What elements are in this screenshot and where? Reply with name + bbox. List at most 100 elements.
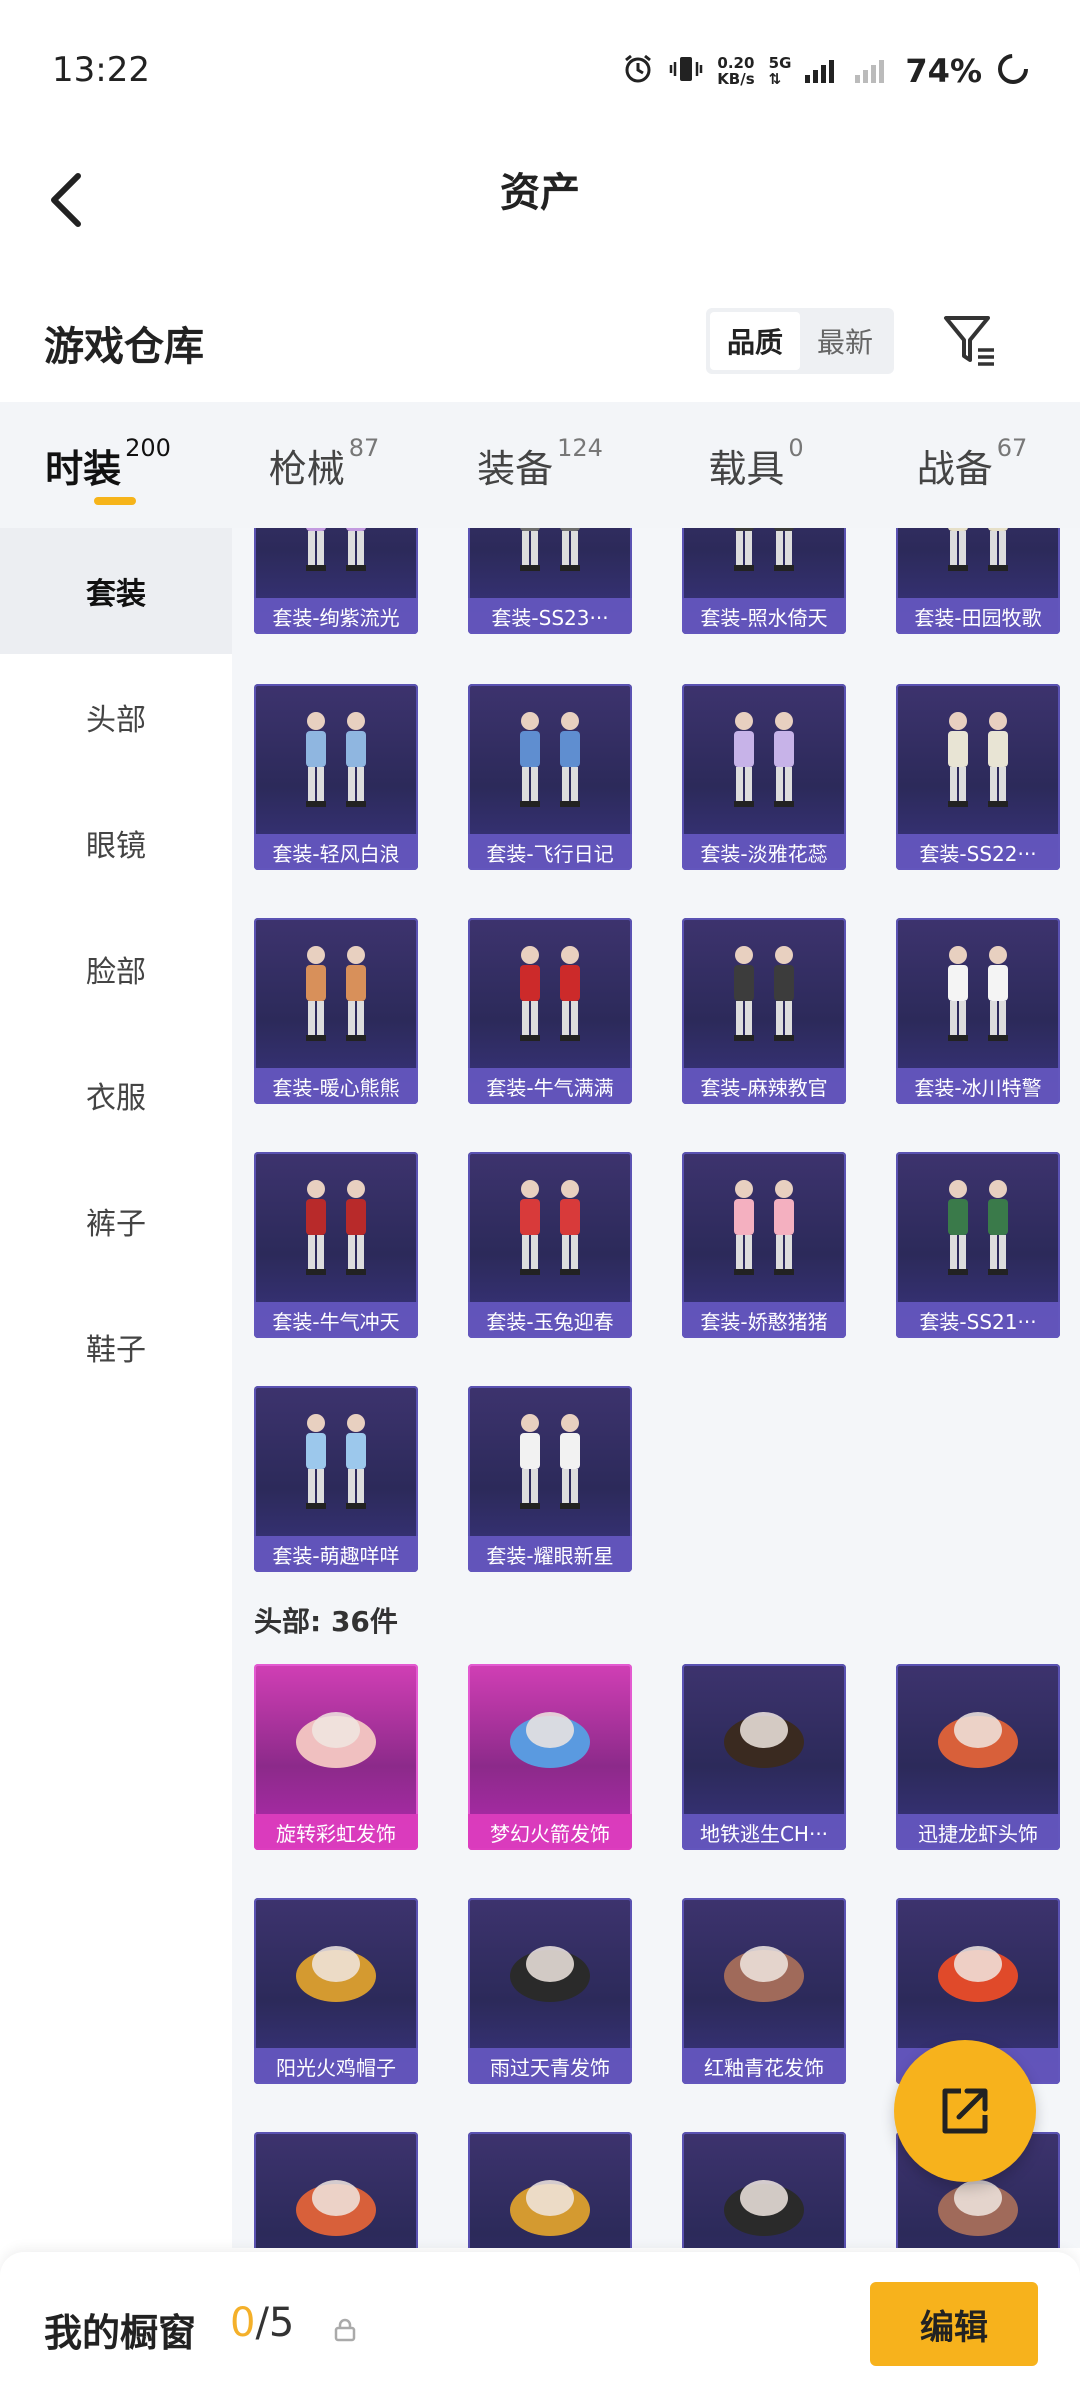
sidebar-item-clothes[interactable]: 衣服 [0, 1032, 232, 1158]
suit-name: 套装-冰川特警 [896, 1068, 1060, 1104]
section-label-head: 头部: 36件 [254, 1605, 398, 1638]
suit-card[interactable]: 套装-牛气满满 [468, 918, 632, 1104]
head-item-card[interactable]: 梦幻火箭发饰 [468, 1664, 632, 1850]
suit-name: 套装-田园牧歌 [896, 598, 1060, 634]
head-item-card[interactable] [682, 2132, 846, 2248]
suit-card[interactable]: 套装-绚紫流光 [254, 528, 418, 634]
suit-image [682, 918, 846, 1068]
suit-card[interactable]: 套装-萌趣咩咩 [254, 1386, 418, 1572]
sidebar-item-face[interactable]: 脸部 [0, 906, 232, 1032]
suit-name: 套装-SS23··· [468, 598, 632, 634]
head-item-name: 阳光火鸡帽子 [254, 2048, 418, 2084]
tab-vehicles[interactable]: 载具 0 [648, 402, 864, 528]
tab-equipment[interactable]: 装备 124 [432, 402, 648, 528]
tab-count: 67 [996, 434, 1028, 462]
suit-image [682, 684, 846, 834]
head-item-card[interactable]: 阳光火鸡帽子 [254, 1898, 418, 2084]
signal-icon [805, 55, 841, 87]
tab-label: 载具 [708, 447, 785, 491]
edit-button[interactable]: 编辑 [870, 2282, 1038, 2366]
category-tabs: 时装 200 枪械 87 装备 124 载具 0 战备 67 [0, 402, 1080, 528]
bottom-bar: 我的橱窗 0/5 编辑 [0, 2252, 1080, 2400]
suit-card[interactable]: 套装-玉兔迎春 [468, 1152, 632, 1338]
suit-name: 套装-萌趣咩咩 [254, 1536, 418, 1572]
tab-label: 战备 [916, 447, 993, 491]
tab-count: 0 [788, 434, 804, 462]
head-item-name: 地铁逃生CH··· [682, 1814, 846, 1850]
sidebar-item-glasses[interactable]: 眼镜 [0, 780, 232, 906]
suit-name: 套装-轻风白浪 [254, 834, 418, 870]
suit-image [682, 1152, 846, 1302]
tab-label: 时装 [45, 447, 122, 491]
suit-name: 套装-暖心熊熊 [254, 1068, 418, 1104]
suit-name: 套装-娇憨猪猪 [682, 1302, 846, 1338]
network-speed: 0.20 KB/s [717, 54, 755, 88]
tab-label: 枪械 [268, 447, 345, 491]
share-fab[interactable] [894, 2040, 1036, 2182]
suit-card[interactable]: 套装-牛气冲天 [254, 1152, 418, 1338]
head-item-image [254, 2132, 418, 2248]
head-item-card[interactable] [254, 2132, 418, 2248]
sidebar-item-shoes[interactable]: 鞋子 [0, 1284, 232, 1410]
head-item-image [896, 1664, 1060, 1814]
head-item-card[interactable]: 雨过天青发饰 [468, 1898, 632, 2084]
sidebar-item-pants[interactable]: 裤子 [0, 1158, 232, 1284]
head-item-card[interactable]: 地铁逃生CH··· [682, 1664, 846, 1850]
suit-image [896, 528, 1060, 598]
lock-icon [334, 2318, 356, 2346]
sort-newest[interactable]: 最新 [800, 312, 890, 370]
suit-card[interactable]: 套装-SS22··· [896, 684, 1060, 870]
suit-name: 套装-麻辣教官 [682, 1068, 846, 1104]
network-type: 5G ⇅ [768, 54, 792, 88]
sort-quality[interactable]: 品质 [710, 312, 800, 370]
external-link-icon [942, 2088, 988, 2134]
sort-toggle: 品质 最新 [706, 308, 894, 374]
active-tab-indicator [94, 497, 136, 505]
suit-card[interactable]: 套装-轻风白浪 [254, 684, 418, 870]
head-item-image [682, 1898, 846, 2048]
head-item-name: 雨过天青发饰 [468, 2048, 632, 2084]
suit-name: 套装-淡雅花蕊 [682, 834, 846, 870]
filter-icon [944, 316, 994, 366]
suit-name: 套装-照水倚天 [682, 598, 846, 634]
suit-card[interactable]: 套装-暖心熊熊 [254, 918, 418, 1104]
suit-image [896, 684, 1060, 834]
tab-label: 装备 [477, 447, 554, 491]
app-header: 资产 [0, 140, 1080, 260]
suit-card[interactable]: 套装-飞行日记 [468, 684, 632, 870]
head-item-image [896, 1898, 1060, 2048]
suit-card[interactable]: 套装-淡雅花蕊 [682, 684, 846, 870]
status-bar: 13:22 0.20 KB/s 5G ⇅ 74% [0, 0, 1080, 140]
sidebar-item-suits[interactable]: 套装 [0, 528, 232, 654]
suit-name: 套装-绚紫流光 [254, 598, 418, 634]
vibrate-icon [669, 52, 703, 90]
head-item-card[interactable]: 旋转彩虹发饰 [254, 1664, 418, 1850]
tab-fashion[interactable]: 时装 200 [0, 402, 216, 528]
suit-image [468, 918, 632, 1068]
suit-image [254, 918, 418, 1068]
suit-card[interactable]: 套装-娇憨猪猪 [682, 1152, 846, 1338]
tab-guns[interactable]: 枪械 87 [216, 402, 432, 528]
head-item-name: 梦幻火箭发饰 [468, 1814, 632, 1850]
suit-card[interactable]: 套装-SS21··· [896, 1152, 1060, 1338]
suit-image [896, 1152, 1060, 1302]
head-item-image [468, 1898, 632, 2048]
suit-card[interactable]: 套装-照水倚天 [682, 528, 846, 634]
tab-count: 200 [125, 434, 171, 462]
suit-name: 套装-飞行日记 [468, 834, 632, 870]
suit-card[interactable]: 套装-麻辣教官 [682, 918, 846, 1104]
suit-name: 套装-玉兔迎春 [468, 1302, 632, 1338]
suit-card[interactable]: 套装-耀眼新星 [468, 1386, 632, 1572]
suit-name: 套装-耀眼新星 [468, 1536, 632, 1572]
suit-image [896, 918, 1060, 1068]
head-item-card[interactable]: 红釉青花发饰 [682, 1898, 846, 2084]
head-item-card[interactable] [468, 2132, 632, 2248]
suit-card[interactable]: 套装-SS23··· [468, 528, 632, 634]
tab-supplies[interactable]: 战备 67 [864, 402, 1080, 528]
head-item-card[interactable]: 迅捷龙虾头饰 [896, 1664, 1060, 1850]
sidebar: 套装 头部 眼镜 脸部 衣服 裤子 鞋子 [0, 528, 232, 2248]
suit-card[interactable]: 套装-田园牧歌 [896, 528, 1060, 634]
suit-card[interactable]: 套装-冰川特警 [896, 918, 1060, 1104]
sidebar-item-head[interactable]: 头部 [0, 654, 232, 780]
filter-button[interactable] [940, 310, 1000, 370]
